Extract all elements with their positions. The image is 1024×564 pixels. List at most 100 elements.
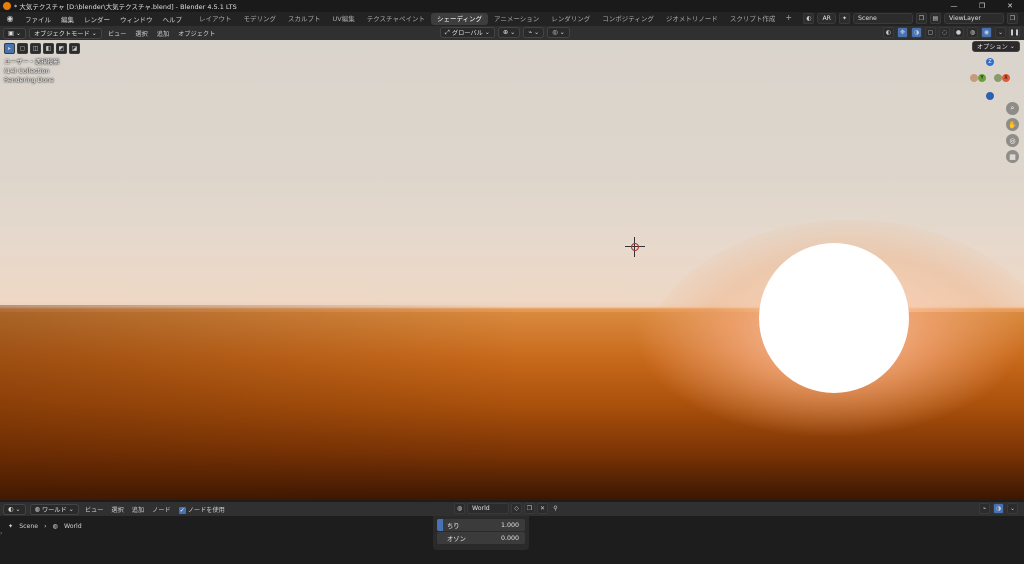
neg-x-axis-handle[interactable] [970,74,978,82]
menu-help[interactable]: ヘルプ [158,14,188,24]
menu-view[interactable]: ビュー [105,29,130,38]
ar-icon[interactable]: ◐ [803,13,815,24]
tab-texture-paint[interactable]: テクスチャペイント [361,13,431,25]
node-menu-node[interactable]: ノード [150,505,173,514]
world-browse-icon[interactable]: ◍ [454,503,465,514]
scene-selector[interactable]: Scene [853,13,913,24]
y-axis-handle[interactable]: Y [978,74,986,82]
options-dropdown[interactable]: オプション ⌄ [971,41,1020,52]
select-intersect-icon[interactable]: ◪ [69,43,80,54]
maximize-button[interactable]: ❐ [968,0,996,12]
navigation-gizmo[interactable]: Z Y X [968,58,1012,102]
duplicate-world-icon[interactable]: ❐ [524,503,535,514]
select-invert-icon[interactable]: ◩ [56,43,67,54]
tab-uv-editing[interactable]: UV編集 [327,13,361,25]
menu-select[interactable]: 選択 [132,29,150,38]
overlays-icon[interactable]: ◑ [993,503,1004,514]
view-layer-selector[interactable]: ViewLayer [944,13,1004,24]
slider-fill [437,519,443,531]
zoom-icon[interactable]: ⌕ [1006,102,1019,115]
ar-dropdown[interactable]: AR [817,13,836,24]
scene-icon[interactable]: ✦ [839,13,850,24]
overlay-toggle-icon[interactable]: ◑ [911,27,922,38]
x-axis-handle[interactable]: X [1002,74,1010,82]
select-box-icon[interactable]: ▢ [17,43,28,54]
axis-icon: ⤢ [445,28,452,36]
node-menu-add[interactable]: 追加 [130,505,146,514]
select-subtract-icon[interactable]: ◧ [43,43,54,54]
wireframe-shading-icon[interactable]: ◌ [939,27,950,38]
select-extend-icon[interactable]: ◫ [30,43,41,54]
menu-object[interactable]: オブジェクト [175,29,218,38]
world-properties-panel: ちり 1.000 オゾン 0.000 [433,516,529,550]
add-workspace-button[interactable]: + [781,13,796,25]
snapping-icon[interactable]: ⌁ [979,503,990,514]
tab-modeling[interactable]: モデリング [238,13,283,25]
orientation-dropdown[interactable]: ⤢ グローバル ⌄ [440,27,495,38]
view-perspective-text: ユーザー・透視投影 [4,59,60,66]
minimize-button[interactable]: — [940,0,968,12]
neg-y-axis-handle[interactable] [994,74,1002,82]
pause-render-icon[interactable]: ❚❚ [1009,27,1020,38]
fake-user-shield-icon[interactable]: ◇ [511,503,522,514]
rendered-shading-icon[interactable]: ◉ [981,27,992,38]
sun-disc [759,243,909,393]
unlink-world-icon[interactable]: ✕ [537,503,548,514]
material-shading-icon[interactable]: ◍ [967,27,978,38]
menu-add[interactable]: 追加 [154,29,172,38]
solid-shading-icon[interactable]: ● [953,27,964,38]
select-tool-icon[interactable]: ▸ [4,43,15,54]
tab-geometry-nodes[interactable]: ジオメトリノード [660,13,724,25]
menu-window[interactable]: ウィンドウ [115,14,158,24]
tab-compositing[interactable]: コンポジティング [596,13,660,25]
snap-dropdown[interactable]: ⌁ ⌄ [523,27,545,38]
pan-hand-icon[interactable]: ✋ [1006,118,1019,131]
overlays-dropdown-icon[interactable]: ⌄ [1007,503,1018,514]
new-scene-icon[interactable]: ❐ [916,13,927,24]
visibility-icon[interactable]: ◐ [883,27,894,38]
node-editor-type-dropdown[interactable]: ◐ ⌄ [3,503,26,515]
mode-dropdown[interactable]: オブジェクトモード ⌄ [29,27,102,39]
ozone-slider[interactable]: オゾン 0.000 [437,532,525,544]
dust-label: ちり [447,522,460,530]
tab-animation[interactable]: アニメーション [488,13,545,25]
mode-label: オブジェクトモード [34,30,90,38]
node-menu-view[interactable]: ビュー [83,505,106,514]
blender-logo-icon[interactable]: ◉ [4,14,16,24]
tab-sculpt[interactable]: スカルプト [282,13,327,25]
view-layer-icon[interactable]: ▤ [930,13,941,24]
menu-file[interactable]: ファイル [20,14,56,24]
menu-render[interactable]: レンダー [79,14,115,24]
close-button[interactable]: ✕ [996,0,1024,12]
world-datablock-selector: ◍ World ◇ ❐ ✕ ⚲ [454,503,561,514]
title-bar: * 大気テクスチャ [D:\blender\大気テクスチャ.blend] - B… [0,0,1024,12]
pin-icon[interactable]: ⚲ [550,503,561,514]
proportional-edit-toggle[interactable]: ◎ ⌄ [547,27,570,38]
dust-slider[interactable]: ちり 1.000 [437,519,525,531]
neg-z-axis-handle[interactable] [986,92,994,100]
ortho-toggle-icon[interactable]: ▦ [1006,150,1019,163]
tab-scripting[interactable]: スクリプト作成 [724,13,782,25]
menu-edit[interactable]: 編集 [56,14,79,24]
tab-shading[interactable]: シェーディング [430,13,489,25]
camera-view-icon[interactable]: ◎ [1006,134,1019,147]
use-nodes-checkbox[interactable]: ✓ ノードを使用 [177,505,227,514]
node-menu-select[interactable]: 選択 [109,505,125,514]
sidebar-toggle-icon[interactable]: › [0,530,4,540]
gizmo-toggle-icon[interactable]: ✥ [897,27,908,38]
shader-type-dropdown[interactable]: ◍ ワールド ⌄ [29,503,79,515]
node-editor-header: ◐ ⌄ ◍ ワールド ⌄ ビュー 選択 追加 ノード ✓ ノードを使用 ◍ Wor… [0,502,1024,516]
z-axis-handle[interactable]: Z [986,58,994,66]
3d-viewport[interactable]: ▸ ▢ ◫ ◧ ◩ ◪ ユーザー・透視投影 (14) Collection Re… [0,40,1024,500]
xray-icon[interactable]: ▢ [925,27,936,38]
tab-layout[interactable]: レイアウト [193,13,238,25]
world-breadcrumb-icon: ◍ [52,523,58,530]
tab-rendering[interactable]: レンダリング [545,13,596,25]
pivot-dropdown[interactable]: ⊕ ⌄ [497,27,521,38]
use-nodes-label: ノードを使用 [187,506,225,514]
world-name-field[interactable]: World [467,503,509,514]
3d-cursor-icon[interactable] [625,237,645,257]
editor-type-dropdown[interactable]: ▣ ⌄ [3,27,26,39]
shading-options-icon[interactable]: ⌄ [995,27,1006,38]
new-view-layer-icon[interactable]: ❐ [1007,13,1018,24]
